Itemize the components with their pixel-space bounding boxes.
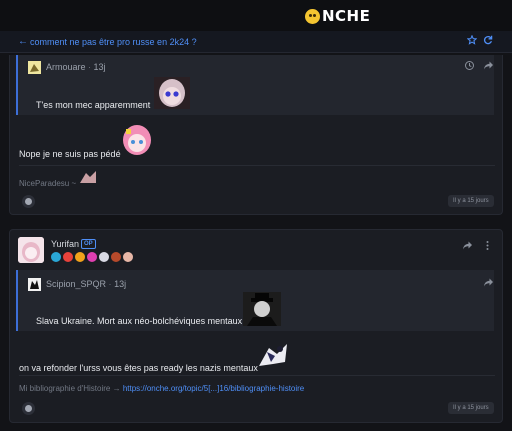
quote-author-name[interactable]: Scipion_SPQR bbox=[46, 279, 106, 289]
signature-prefix: Mi bibliographie d'Histoire → bbox=[19, 384, 121, 393]
quote-age: 13j bbox=[114, 279, 127, 289]
man-in-hat-image bbox=[243, 292, 281, 326]
signature: Mi bibliographie d'Histoire → https://on… bbox=[19, 384, 304, 393]
signature-image bbox=[80, 171, 96, 183]
top-bar: NCHE bbox=[0, 0, 512, 31]
separator: · bbox=[108, 279, 112, 289]
avatar-image bbox=[28, 61, 41, 74]
post-time: Il y a 15 jours bbox=[448, 195, 494, 207]
separator: · bbox=[88, 62, 92, 72]
anime-sticker-image bbox=[154, 77, 190, 109]
share-icon[interactable] bbox=[483, 60, 494, 71]
signature: NiceParadesu ~ bbox=[19, 179, 77, 188]
anime-sticker-image bbox=[123, 125, 151, 155]
badge-icon[interactable] bbox=[123, 252, 133, 262]
share-icon[interactable] bbox=[483, 277, 494, 288]
topic-bar: ← comment ne pas être pro russe en 2k24 … bbox=[0, 31, 512, 53]
quote-author-name[interactable]: Armouare bbox=[46, 62, 86, 72]
badge-icon[interactable] bbox=[51, 252, 61, 262]
back-arrow-icon[interactable]: ← bbox=[18, 36, 28, 47]
reaction-icon[interactable] bbox=[22, 195, 35, 208]
signature-link[interactable]: https://onche.org/topic/5[...]16/bibliog… bbox=[123, 384, 304, 393]
quote-author-avatar[interactable] bbox=[28, 61, 41, 74]
badge-icon[interactable] bbox=[111, 252, 121, 262]
site-logo[interactable]: NCHE bbox=[305, 7, 370, 25]
divider bbox=[19, 375, 495, 376]
quote-author-avatar[interactable] bbox=[28, 278, 41, 291]
reaction-icon[interactable] bbox=[22, 402, 35, 415]
op-badge: OP bbox=[81, 239, 96, 249]
post-time: Il y a 15 jours bbox=[448, 402, 494, 414]
logo-text: NCHE bbox=[322, 7, 371, 25]
badge-icon[interactable] bbox=[63, 252, 73, 262]
quote-text: T'es mon mec apparemment bbox=[36, 100, 151, 110]
quote-age: 13j bbox=[93, 62, 106, 72]
soldier-sticker-image bbox=[259, 344, 287, 366]
history-icon[interactable] bbox=[464, 60, 475, 71]
badge-icon[interactable] bbox=[87, 252, 97, 262]
message-text: Nope je ne suis pas pédé bbox=[19, 149, 121, 159]
badge-icon[interactable] bbox=[75, 252, 85, 262]
refresh-icon[interactable] bbox=[483, 35, 493, 45]
message-text: on va refonder l'urss vous êtes pas read… bbox=[19, 363, 258, 373]
topic-title[interactable]: comment ne pas être pro russe en 2k24 ? bbox=[30, 37, 197, 47]
logo-smiley-icon bbox=[305, 8, 320, 24]
quote-author: Armouare · 13j bbox=[46, 62, 106, 72]
author-avatar[interactable] bbox=[18, 237, 44, 263]
star-icon[interactable] bbox=[467, 35, 477, 45]
quote-block: Armouare · 13j T'es mon mec apparemment bbox=[16, 55, 494, 115]
message-card: Armouare · 13j T'es mon mec apparemment … bbox=[9, 55, 503, 215]
quote-author: Scipion_SPQR · 13j bbox=[46, 279, 126, 289]
share-icon[interactable] bbox=[462, 240, 473, 251]
avatar-image bbox=[18, 237, 44, 263]
badge-list bbox=[51, 252, 133, 262]
quote-text: Slava Ukraine. Mort aux néo-bolchéviques… bbox=[36, 316, 248, 326]
divider bbox=[19, 165, 495, 166]
message-card: Yurifan OP Scipion_SPQR · 13j Slava Ukra… bbox=[9, 229, 503, 423]
badge-icon[interactable] bbox=[99, 252, 109, 262]
avatar-image bbox=[28, 278, 41, 291]
quote-block: Scipion_SPQR · 13j Slava Ukraine. Mort a… bbox=[16, 270, 494, 331]
author-name[interactable]: Yurifan bbox=[51, 239, 79, 249]
more-options-icon[interactable] bbox=[482, 240, 493, 251]
